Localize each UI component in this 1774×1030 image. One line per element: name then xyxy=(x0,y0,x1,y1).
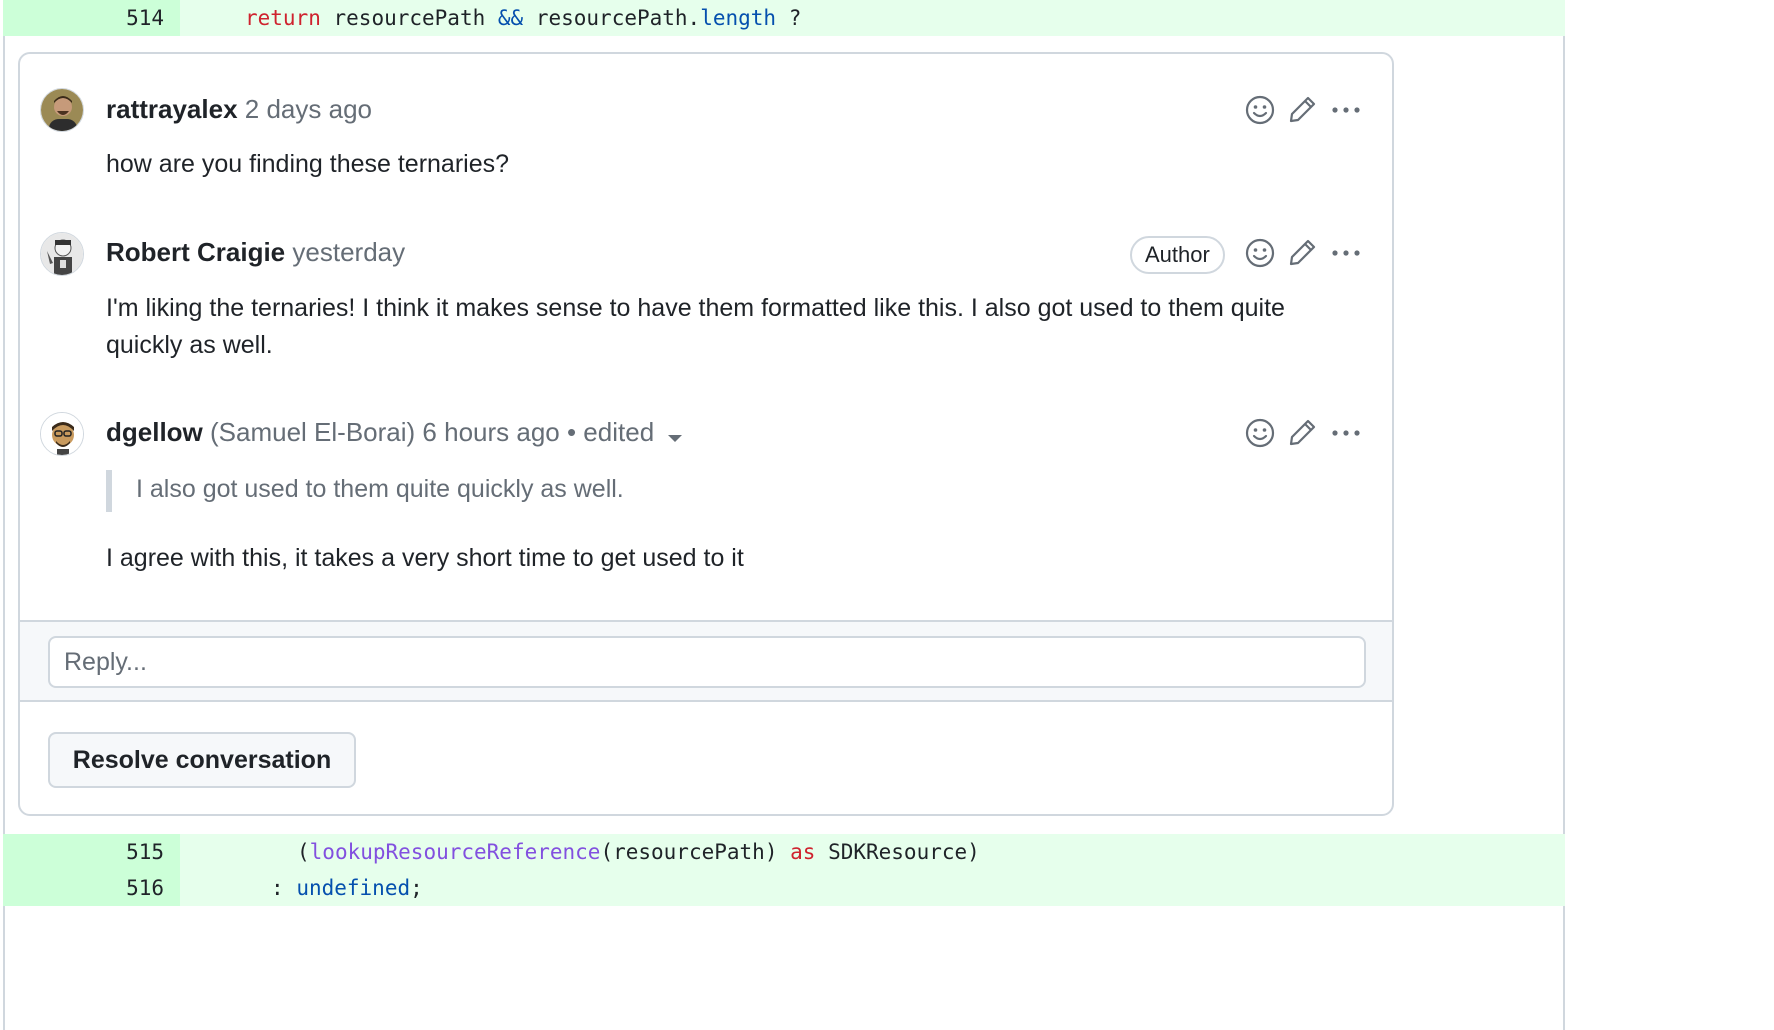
author-name[interactable]: rattrayalex xyxy=(106,94,238,124)
line-number: 515 xyxy=(126,840,164,864)
reply-section xyxy=(20,620,1392,702)
value-token: undefined xyxy=(296,876,411,900)
operator-token: ? xyxy=(788,6,802,30)
timestamp[interactable]: 2 days ago xyxy=(245,94,372,124)
reply-input[interactable] xyxy=(48,636,1366,688)
comment-header: dgellow (Samuel El-Borai) 6 hours ago • … xyxy=(106,415,683,451)
type-token: SDKResource) xyxy=(828,840,980,864)
line-number-gutter[interactable]: 516 xyxy=(3,870,180,906)
punctuation-token: ; xyxy=(410,876,423,900)
edited-label[interactable]: • edited xyxy=(567,417,654,447)
comment-header: rattrayalex 2 days ago xyxy=(106,92,372,126)
diff-line-516: 516 : undefined; xyxy=(3,870,1565,906)
comment-body: I agree with this, it takes a very short… xyxy=(106,544,744,572)
review-conversation: rattrayalex 2 days ago how are you findi… xyxy=(18,52,1394,816)
avatar[interactable] xyxy=(40,412,84,456)
line-number-gutter[interactable]: 515 xyxy=(3,834,180,870)
code-line: : undefined; xyxy=(271,870,423,906)
identifier-token: resourcePath xyxy=(333,6,486,30)
property-token: length xyxy=(700,6,777,30)
comment-body: how are you finding these ternaries? xyxy=(106,150,510,178)
comment-body: I'm liking the ternaries! I think it mak… xyxy=(106,294,1285,359)
author-full-name: (Samuel El-Borai) xyxy=(210,417,416,447)
identifier-token: resourcePath. xyxy=(535,6,701,30)
pencil-icon[interactable] xyxy=(1286,237,1318,269)
blockquote-bar xyxy=(106,470,112,512)
operator-token: : xyxy=(271,876,284,900)
author-name[interactable]: dgellow xyxy=(106,417,203,447)
kebab-horizontal-icon[interactable] xyxy=(1330,94,1362,126)
keyword-token: return xyxy=(245,6,321,30)
author-badge: Author xyxy=(1130,236,1225,274)
kebab-horizontal-icon[interactable] xyxy=(1330,417,1362,449)
code-line: (lookupResourceReference(resourcePath) a… xyxy=(297,834,980,870)
line-number: 516 xyxy=(126,876,164,900)
smiley-icon[interactable] xyxy=(1244,94,1276,126)
line-number-gutter[interactable]: 514 xyxy=(3,0,180,36)
timestamp[interactable]: 6 hours ago xyxy=(422,417,559,447)
line-number: 514 xyxy=(126,6,164,30)
smiley-icon[interactable] xyxy=(1244,237,1276,269)
caret-down-icon[interactable] xyxy=(667,417,683,451)
keyword-token: as xyxy=(790,840,816,864)
kebab-horizontal-icon[interactable] xyxy=(1330,237,1362,269)
diff-line-514: 514 return resourcePath && resourcePath.… xyxy=(3,0,1565,36)
code-line: return resourcePath && resourcePath.leng… xyxy=(245,0,801,36)
timestamp[interactable]: yesterday xyxy=(292,237,405,267)
diff-line-515: 515 (lookupResourceReference(resourcePat… xyxy=(3,834,1565,870)
pencil-icon[interactable] xyxy=(1286,417,1318,449)
smiley-icon[interactable] xyxy=(1244,417,1276,449)
operator-token: && xyxy=(497,6,524,30)
paren-token: ( xyxy=(297,840,310,864)
blockquote-text: I also got used to them quite quickly as… xyxy=(136,475,624,503)
function-token: lookupResourceReference xyxy=(309,840,601,864)
arguments-token: (resourcePath) xyxy=(600,840,778,864)
author-name[interactable]: Robert Craigie xyxy=(106,237,285,267)
avatar[interactable] xyxy=(40,88,84,132)
avatar[interactable] xyxy=(40,232,84,276)
pencil-icon[interactable] xyxy=(1286,94,1318,126)
resolve-conversation-button[interactable]: Resolve conversation xyxy=(48,732,356,788)
comment-header: Robert Craigie yesterday xyxy=(106,235,405,269)
